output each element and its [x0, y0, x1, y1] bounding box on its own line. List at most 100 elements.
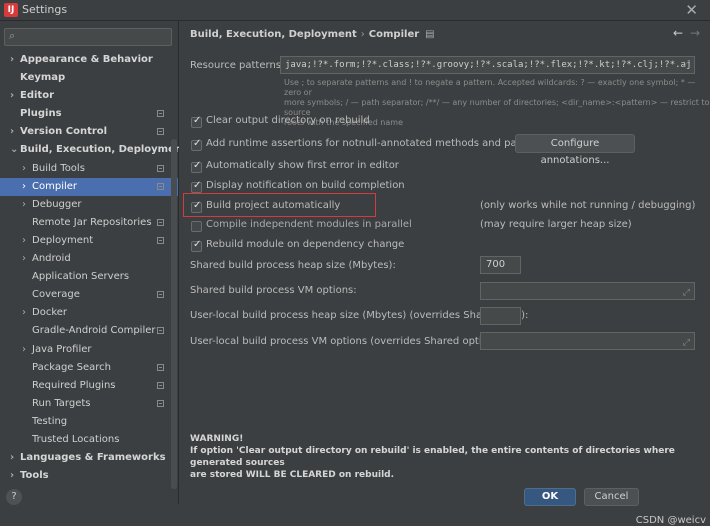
checkbox-label[interactable]: Add runtime assertions for notnull-annot… [206, 138, 562, 149]
expand-icon[interactable]: ⤢ [683, 288, 690, 298]
search-input[interactable]: ⌕ [4, 28, 172, 46]
vm-options-input[interactable]: ⤢ [480, 282, 695, 300]
warning-text: WARNING! If option 'Clear output directo… [190, 433, 710, 481]
chevron-right-icon[interactable]: › [22, 196, 26, 214]
sidebar-item-docker[interactable]: › Docker [0, 304, 178, 322]
chevron-right-icon[interactable]: › [22, 341, 26, 359]
sidebar-item-java-profiler[interactable]: › Java Profiler [0, 341, 178, 359]
help-button[interactable]: ? [6, 489, 22, 505]
chevron-down-icon[interactable]: ⌄ [10, 141, 18, 159]
compiler-settings-panel: Build, Execution, Deployment › Compiler ▤ ←… [179, 21, 710, 526]
project-scope-icon [157, 363, 164, 371]
project-scope-icon [157, 236, 164, 244]
breadcrumb-separator: › [360, 29, 365, 40]
project-scope-icon [157, 327, 164, 335]
resource-patterns-label: Resource patterns: [190, 60, 285, 71]
sidebar-item-label: Deployment [32, 234, 94, 246]
project-scope-icon [157, 381, 164, 389]
user-vm-input[interactable]: ⤢ [480, 332, 695, 350]
checkbox-automatically-show-first-error-in-editor[interactable]: ✓ [191, 160, 202, 173]
sidebar-item-package-search[interactable]: Package Search [0, 359, 178, 377]
check-icon: ✓ [193, 239, 202, 250]
title-bar: IJ Settings ✕ [0, 0, 710, 21]
sidebar-item-application-servers[interactable]: Application Servers [0, 268, 178, 286]
expand-icon[interactable]: ⤢ [683, 57, 690, 72]
sidebar-item-build-execution-deployment[interactable]: ⌄ Build, Execution, Deployment [0, 141, 187, 159]
forward-arrow-icon[interactable]: → [690, 26, 700, 40]
checkbox-display-notification-on-build-completion[interactable]: ✓ [191, 180, 202, 193]
settings-tree: › Appearance & Behavior Keymap › Editor Plugi… [0, 51, 187, 485]
sidebar-item-version-control[interactable]: › Version Control [0, 123, 178, 141]
sidebar-item-appearance-behavior[interactable]: › Appearance & Behavior [0, 51, 178, 69]
heap-size-label: Shared build process heap size (Mbytes): [190, 260, 396, 271]
chevron-right-icon[interactable]: › [10, 51, 14, 69]
sidebar-item-label: Compiler [32, 180, 78, 192]
checkbox-add-runtime-assertions-for-notnull-annotated-methods-and-parameters[interactable]: ✓ [191, 138, 202, 151]
sidebar-item-android[interactable]: › Android [0, 250, 178, 268]
sidebar-item-deployment[interactable]: › Deployment [0, 232, 178, 250]
chevron-right-icon[interactable]: › [10, 467, 14, 485]
checkbox-label[interactable]: Compile independent modules in parallel [206, 219, 412, 230]
configure-annotations-button[interactable]: Configure annotations... [515, 134, 635, 166]
warning-title: WARNING! [190, 434, 244, 444]
ok-button[interactable]: OK [524, 488, 576, 506]
sidebar-item-required-plugins[interactable]: Required Plugins [0, 377, 178, 395]
user-heap-label: User-local build process heap size (Mbyt… [190, 310, 529, 321]
breadcrumb-current: Compiler [368, 29, 420, 40]
search-icon: ⌕ [9, 29, 16, 42]
breadcrumb: Build, Execution, Deployment › Compiler ▤ [190, 29, 435, 40]
sidebar-item-label: Required Plugins [32, 379, 116, 391]
sidebar-item-tools[interactable]: › Tools [0, 467, 178, 485]
chevron-right-icon[interactable]: › [22, 178, 26, 196]
chevron-right-icon[interactable]: › [22, 232, 26, 250]
project-scope-icon [157, 218, 164, 226]
chevron-right-icon[interactable]: › [22, 304, 26, 322]
sidebar-item-coverage[interactable]: Coverage [0, 286, 178, 304]
sidebar-item-label: Application Servers [32, 271, 130, 283]
sidebar-item-languages-frameworks[interactable]: › Languages & Frameworks [0, 449, 178, 467]
user-vm-label: User-local build process VM options (ove… [190, 336, 507, 347]
sidebar-item-label: Package Search [32, 361, 111, 373]
chevron-right-icon[interactable]: › [10, 449, 14, 467]
vm-options-label: Shared build process VM options: [190, 285, 357, 296]
chevron-right-icon[interactable]: › [10, 123, 14, 141]
chevron-right-icon[interactable]: › [22, 250, 26, 268]
checkbox-rebuild-module-on-dependency-change[interactable]: ✓ [191, 239, 202, 252]
project-scope-icon [157, 291, 164, 299]
project-scope-icon [157, 128, 164, 136]
heap-size-input[interactable]: 700 [480, 256, 521, 274]
checkbox-compile-independent-modules-in-parallel[interactable] [191, 221, 202, 232]
sidebar-item-run-targets[interactable]: Run Targets [0, 395, 178, 413]
sidebar-item-plugins[interactable]: Plugins [0, 105, 178, 123]
sidebar-item-label: Coverage [32, 289, 80, 301]
close-icon[interactable]: ✕ [685, 1, 698, 19]
sidebar-item-label: Languages & Frameworks [20, 452, 166, 464]
user-heap-input[interactable] [480, 307, 521, 325]
sidebar-scrollbar[interactable] [171, 139, 177, 489]
back-arrow-icon[interactable]: ← [673, 26, 683, 40]
checkbox-clear-output-directory-on-rebuild[interactable]: ✓ [191, 115, 202, 128]
sidebar-item-label: Docker [32, 307, 68, 319]
sidebar-item-trusted-locations[interactable]: Trusted Locations [0, 431, 178, 449]
sidebar-item-editor[interactable]: › Editor [0, 87, 178, 105]
checkbox-label[interactable]: Automatically show first error in editor [206, 160, 399, 171]
resource-patterns-input[interactable]: java;!?*.form;!?*.class;!?*.groovy;!?*.s… [280, 56, 695, 74]
breadcrumb-parent: Build, Execution, Deployment [190, 29, 357, 40]
sidebar-item-compiler[interactable]: › Compiler [0, 177, 178, 196]
sidebar-item-build-tools[interactable]: › Build Tools [0, 160, 178, 178]
project-scope-icon: ▤ [425, 29, 435, 40]
chevron-right-icon[interactable]: › [10, 87, 14, 105]
sidebar-item-label: Keymap [20, 72, 66, 84]
sidebar-item-debugger[interactable]: › Debugger [0, 196, 178, 214]
checkbox-label[interactable]: Rebuild module on dependency change [206, 239, 404, 250]
sidebar-item-gradle-android-compiler[interactable]: Gradle-Android Compiler [0, 322, 178, 340]
sidebar-item-remote-jar-repositories[interactable]: Remote Jar Repositories [0, 214, 178, 232]
sidebar-item-label: Tools [20, 470, 49, 482]
checkbox-label[interactable]: Display notification on build completion [206, 180, 405, 191]
expand-icon[interactable]: ⤢ [683, 338, 690, 348]
sidebar-item-keymap[interactable]: Keymap [0, 69, 178, 87]
checkbox-label[interactable]: Clear output directory on rebuild [206, 115, 370, 126]
chevron-right-icon[interactable]: › [22, 160, 26, 178]
sidebar-item-testing[interactable]: Testing [0, 413, 178, 431]
cancel-button[interactable]: Cancel [584, 488, 639, 506]
